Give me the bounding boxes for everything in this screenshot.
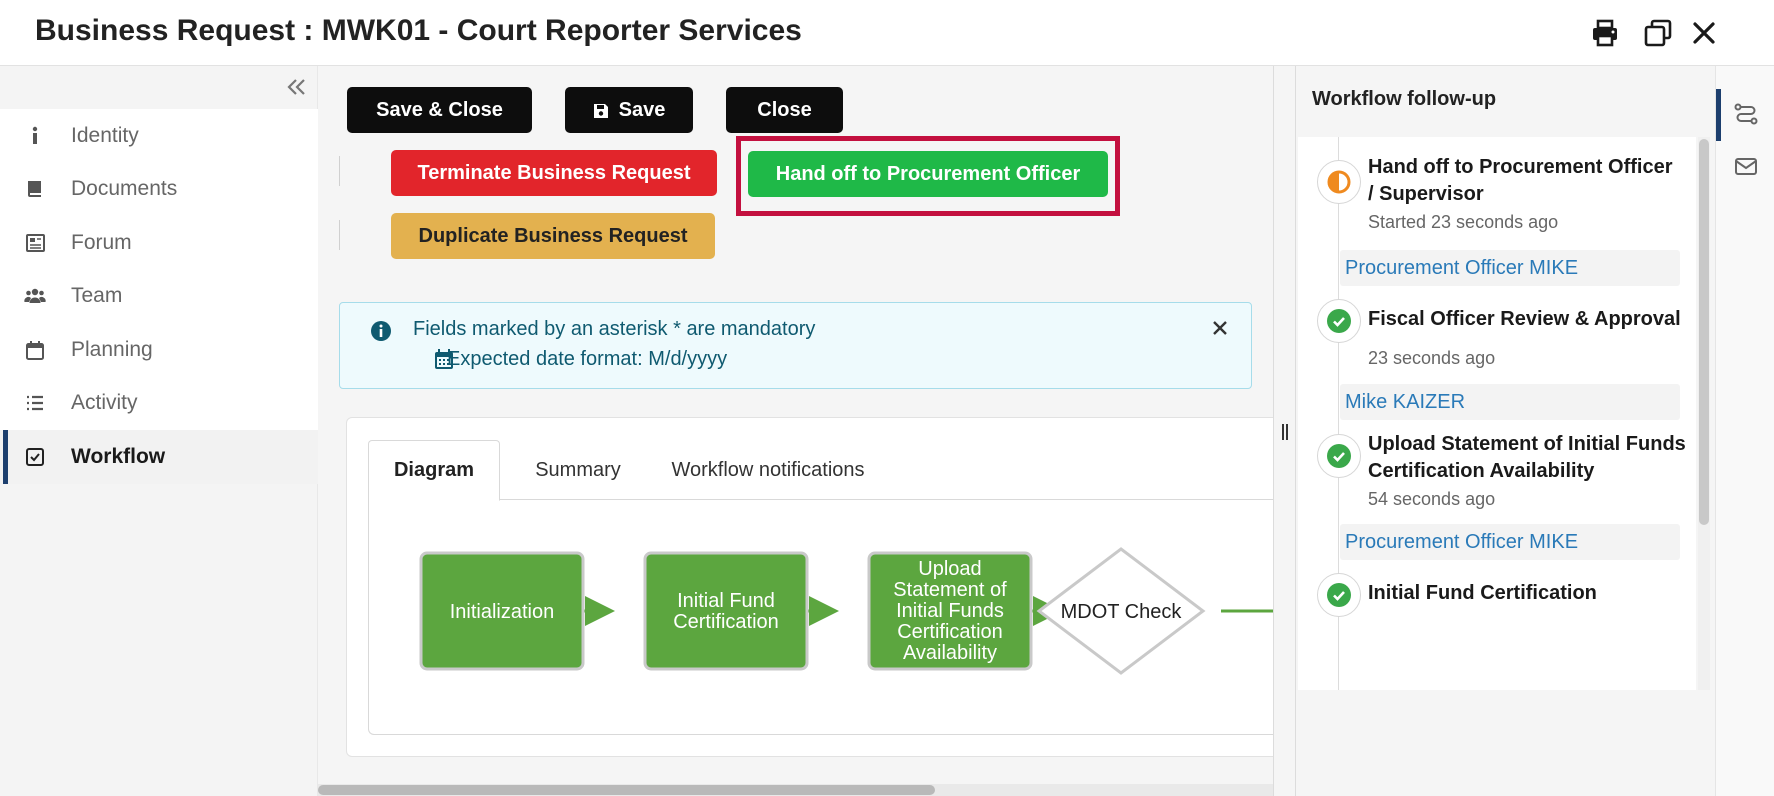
hand-off-to-procurement-officer-button[interactable]: Hand off to Procurement Officer bbox=[748, 151, 1108, 197]
calendar-icon bbox=[24, 339, 46, 361]
step-user-link[interactable]: Procurement Officer MIKE bbox=[1340, 250, 1680, 286]
step-title: Initial Fund Certification bbox=[1368, 580, 1688, 607]
book-icon bbox=[24, 178, 46, 200]
step-time: 54 seconds ago bbox=[1368, 489, 1496, 509]
title-bar: Business Request : MWK01 - Court Reporte… bbox=[0, 0, 1774, 66]
active-indicator bbox=[1716, 89, 1721, 141]
info-circle-icon bbox=[370, 320, 392, 342]
workflow-diagram: Initialization Initial Fund Certification bbox=[419, 547, 1273, 675]
save-button[interactable]: Save bbox=[565, 87, 693, 133]
step-user-link[interactable]: Mike KAIZER bbox=[1340, 384, 1680, 420]
print-icon[interactable] bbox=[1589, 17, 1621, 49]
panel-title: Workflow follow-up bbox=[1312, 88, 1497, 110]
main-content: Save & Close Save Close Terminate Busine… bbox=[318, 66, 1273, 796]
save-button-label: Save bbox=[618, 98, 666, 121]
divider bbox=[339, 220, 340, 250]
step-title: Hand off to Procurement Officer / Superv… bbox=[1368, 154, 1688, 208]
step-user-link[interactable]: Procurement Officer MIKE bbox=[1340, 524, 1680, 560]
check-circle-icon bbox=[1327, 444, 1351, 468]
divider bbox=[339, 156, 340, 186]
step-time: Started 23 seconds ago bbox=[1368, 212, 1559, 232]
tab-summary[interactable]: Summary bbox=[512, 440, 644, 500]
sidebar-item-label: Identity bbox=[71, 123, 139, 147]
step-status-done bbox=[1317, 573, 1361, 617]
restore-window-icon[interactable] bbox=[1642, 17, 1674, 49]
terminate-business-request-button[interactable]: Terminate Business Request bbox=[391, 150, 717, 196]
half-circle-icon bbox=[1327, 170, 1351, 194]
sidebar-item-label: Workflow bbox=[71, 444, 166, 468]
workflow-steps-list: Hand off to Procurement Officer / Superv… bbox=[1298, 137, 1696, 690]
tab-bar: Diagram Summary Workflow notifications bbox=[368, 440, 1273, 501]
workflow-card: Diagram Summary Workflow notifications I… bbox=[346, 417, 1273, 757]
sidebar-item-documents[interactable]: Documents bbox=[0, 162, 318, 216]
sidebar-item-label: Documents bbox=[71, 177, 178, 201]
duplicate-business-request-button[interactable]: Duplicate Business Request bbox=[391, 213, 715, 259]
right-tool-strip bbox=[1715, 66, 1774, 796]
sidebar-item-label: Forum bbox=[71, 230, 132, 254]
step-title-line: Fiscal Officer Review & Approval bbox=[1368, 308, 1681, 330]
diagram-panel: Initialization Initial Fund Certification bbox=[368, 500, 1273, 735]
window-title: Business Request : MWK01 - Court Reporte… bbox=[35, 14, 802, 47]
save-and-close-button[interactable]: Save & Close bbox=[347, 87, 532, 133]
sidebar: Identity Documents Forum Team Planning A… bbox=[0, 66, 318, 796]
business-request-window: Business Request : MWK01 - Court Reporte… bbox=[0, 0, 1774, 796]
step-status-in-progress bbox=[1317, 160, 1361, 204]
workflow-followup-panel: Workflow follow-up Hand off to Procureme… bbox=[1296, 66, 1715, 796]
vertical-scrollbar[interactable] bbox=[1698, 137, 1710, 690]
tab-diagram[interactable]: Diagram bbox=[368, 440, 500, 501]
users-icon bbox=[24, 285, 46, 307]
close-icon[interactable] bbox=[1211, 319, 1229, 337]
step-title: Upload Statement of Initial Funds Certif… bbox=[1368, 431, 1688, 485]
step-time: 23 seconds ago bbox=[1368, 348, 1496, 368]
diagram-node-mdot-check[interactable]: MDOT Check bbox=[1036, 547, 1206, 675]
resize-grip-icon[interactable] bbox=[1280, 423, 1290, 441]
step-title-line: Initial Fund Certification bbox=[1368, 582, 1597, 604]
diagram-node-upload-statement[interactable]: Upload Statement of Initial Funds Certifica… bbox=[867, 551, 1033, 671]
info-alert: Fields marked by an asterisk * are manda… bbox=[339, 302, 1252, 389]
envelope-icon[interactable] bbox=[1733, 153, 1759, 179]
step-status-done bbox=[1317, 434, 1361, 478]
floppy-disk-icon bbox=[593, 102, 609, 118]
panel-splitter[interactable] bbox=[1273, 66, 1296, 796]
step-title-line: Upload Statement of Initial Funds bbox=[1368, 433, 1686, 455]
tab-workflow-notifications[interactable]: Workflow notifications bbox=[653, 440, 883, 500]
info-icon bbox=[24, 125, 46, 147]
sidebar-item-identity[interactable]: Identity bbox=[0, 109, 318, 163]
step-title-line: Hand off to Procurement Officer bbox=[1368, 156, 1673, 178]
sidebar-item-planning[interactable]: Planning bbox=[0, 323, 318, 377]
sidebar-item-team[interactable]: Team bbox=[0, 269, 318, 323]
scrollbar-thumb[interactable] bbox=[318, 785, 935, 795]
step-title: Fiscal Officer Review & Approval bbox=[1368, 306, 1688, 333]
diagram-node-label: MDOT Check bbox=[1061, 601, 1183, 623]
step-title-line: Certification Availability bbox=[1368, 460, 1595, 482]
mandatory-fields-note: Fields marked by an asterisk * are manda… bbox=[413, 318, 816, 340]
sidebar-item-label: Activity bbox=[71, 391, 138, 415]
list-icon bbox=[24, 392, 46, 414]
check-circle-icon bbox=[1327, 583, 1351, 607]
sidebar-nav: Identity Documents Forum Team Planning A… bbox=[0, 109, 318, 484]
checkbox-icon bbox=[24, 446, 46, 468]
close-button[interactable]: Close bbox=[726, 87, 843, 133]
workflow-route-icon[interactable] bbox=[1733, 101, 1759, 127]
newspaper-icon bbox=[24, 232, 46, 254]
diagram-node-label: Initial Fund Certification bbox=[673, 590, 779, 633]
diagram-node-initial-fund-certification[interactable]: Initial Fund Certification bbox=[643, 551, 809, 671]
check-circle-icon bbox=[1327, 309, 1351, 333]
sidebar-item-activity[interactable]: Activity bbox=[0, 376, 318, 430]
scrollbar-thumb[interactable] bbox=[1699, 139, 1709, 525]
close-window-icon[interactable] bbox=[1688, 17, 1720, 49]
diagram-node-label: Initialization bbox=[450, 601, 555, 623]
date-format-note: Expected date format: M/d/yyyy bbox=[447, 348, 728, 370]
diagram-node-initialization[interactable]: Initialization bbox=[419, 551, 585, 671]
sidebar-item-label: Planning bbox=[71, 337, 153, 361]
sidebar-item-label: Team bbox=[71, 284, 123, 308]
step-title-line: / Supervisor bbox=[1368, 183, 1484, 205]
horizontal-scrollbar[interactable] bbox=[318, 784, 1273, 796]
sidebar-item-forum[interactable]: Forum bbox=[0, 216, 318, 270]
step-status-done bbox=[1317, 299, 1361, 343]
sidebar-item-workflow[interactable]: Workflow bbox=[0, 430, 318, 484]
collapse-sidebar-icon[interactable] bbox=[284, 74, 310, 100]
